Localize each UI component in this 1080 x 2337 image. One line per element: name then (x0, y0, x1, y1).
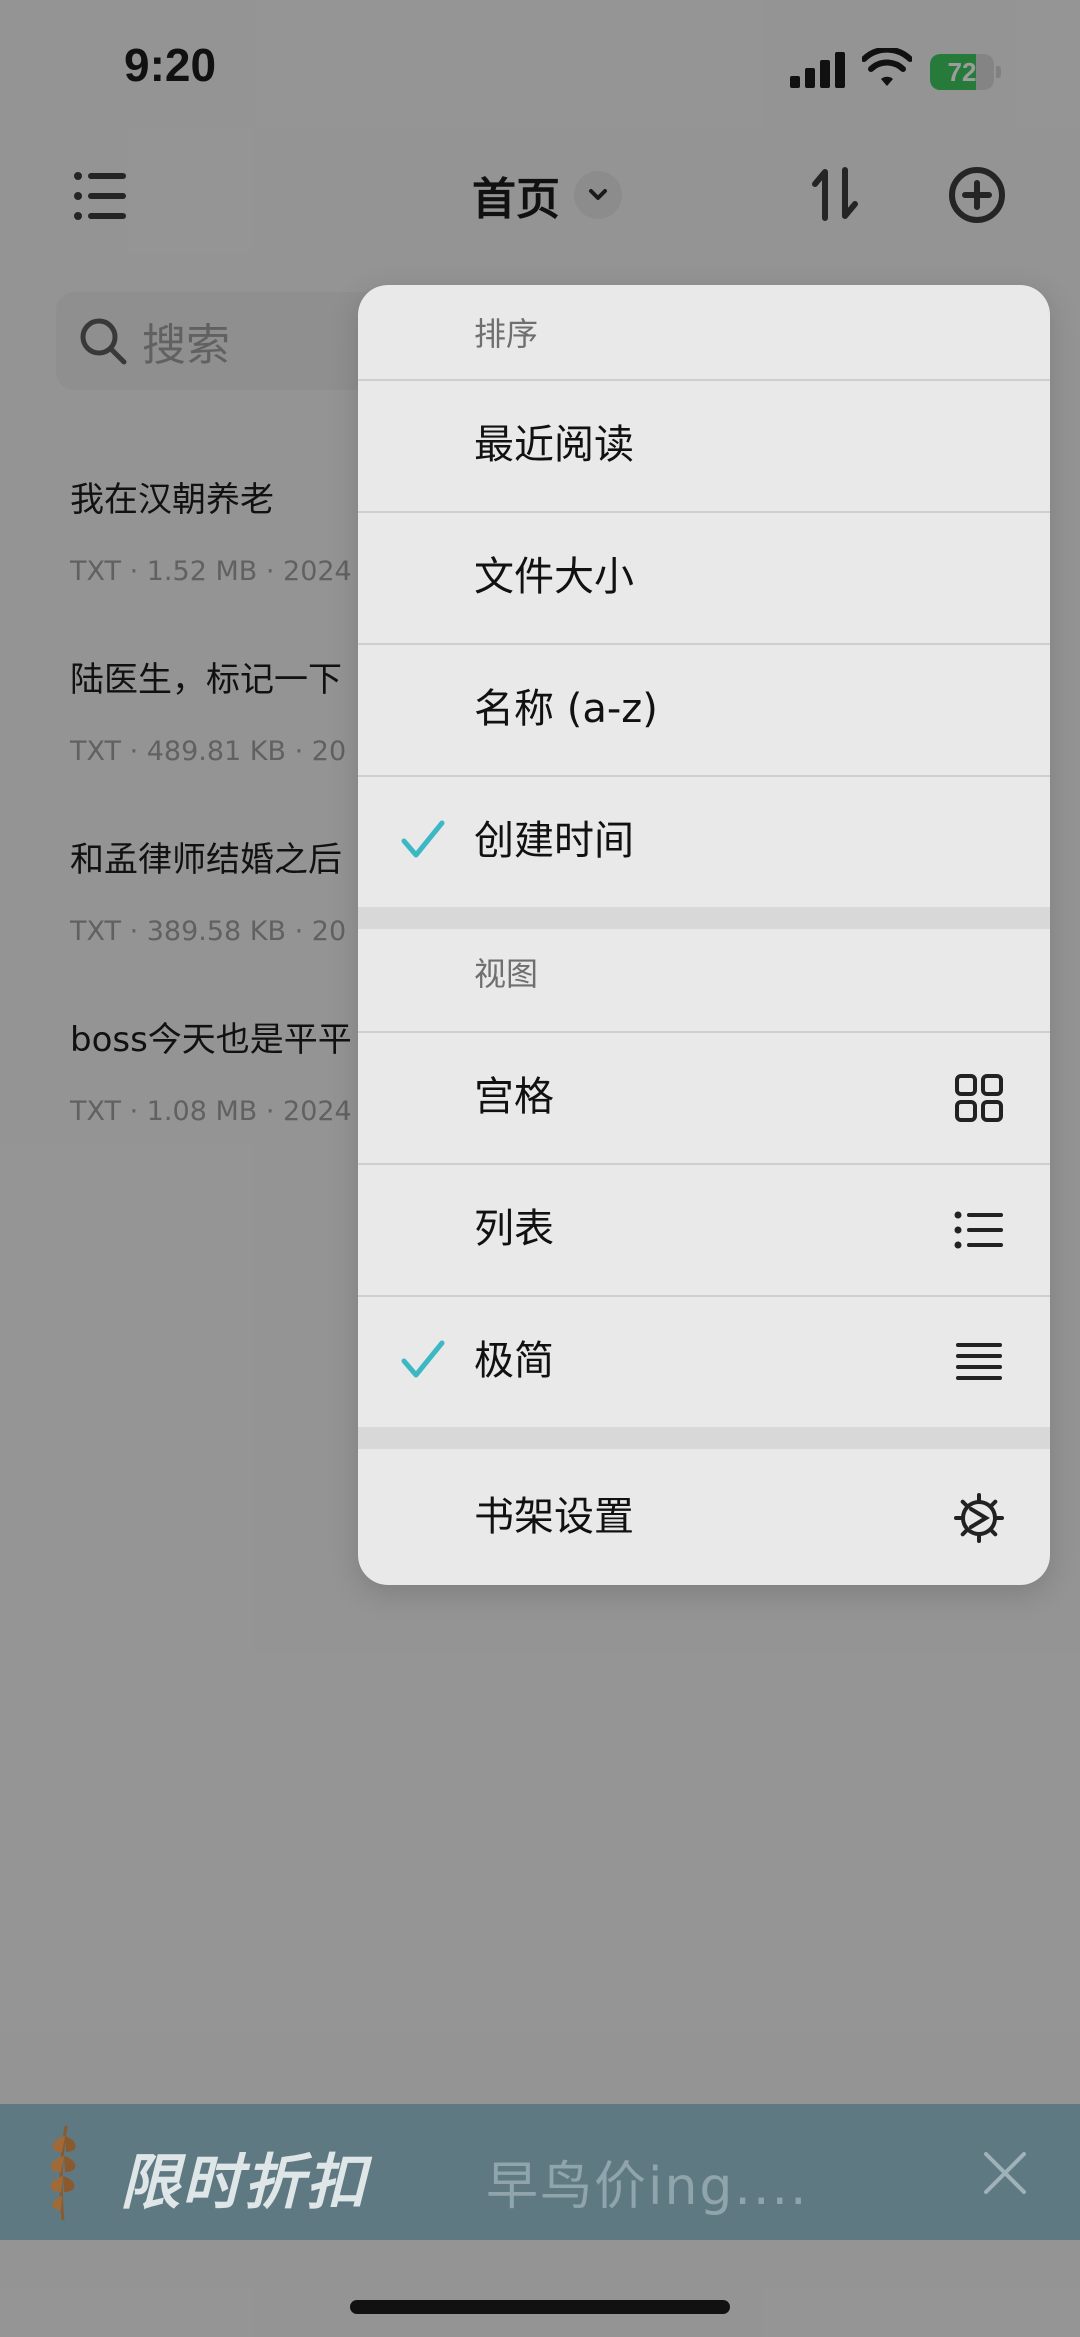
menu-item-label: 创建时间 (474, 818, 634, 864)
section-separator (358, 907, 1050, 929)
grid-icon (955, 1074, 1003, 1122)
menu-item-minimal[interactable]: 极简 (358, 1295, 1050, 1427)
section-separator (358, 1427, 1050, 1449)
menu-item-name-az[interactable]: 名称 (a-z) (358, 643, 1050, 775)
divider (358, 511, 1050, 513)
divider (358, 775, 1050, 777)
wheat-leaf-icon (50, 2125, 76, 2221)
divider (358, 643, 1050, 645)
promo-banner[interactable]: 限时折扣 早鸟价ing.... (0, 2104, 1080, 2240)
checkmark-icon (401, 820, 445, 858)
promo-title: 限时折扣 (120, 2148, 368, 2218)
menu-item-label: 列表 (474, 1206, 554, 1252)
menu-item-shelf-settings[interactable]: 书架设置 (358, 1449, 1050, 1585)
sort-view-menu: 排序 最近阅读 文件大小 名称 (a-z) 创建时间 视图 宫格 列表 极简 书… (358, 285, 1050, 1585)
close-icon[interactable] (980, 2148, 1030, 2198)
sort-section-header: 排序 (358, 309, 1050, 353)
menu-item-label: 名称 (a-z) (474, 686, 658, 732)
view-header-label: 视图 (474, 955, 539, 993)
home-indicator (350, 2300, 730, 2314)
divider (358, 379, 1050, 381)
gear-icon (954, 1493, 1004, 1543)
minimal-lines-icon (956, 1343, 1002, 1380)
menu-item-label: 文件大小 (474, 554, 634, 600)
view-section-header: 视图 (358, 949, 1050, 993)
menu-item-grid[interactable]: 宫格 (358, 1031, 1050, 1163)
menu-item-label: 最近阅读 (474, 422, 634, 468)
menu-item-label: 宫格 (474, 1074, 554, 1120)
menu-item-label: 书架设置 (474, 1494, 634, 1540)
list-view-icon (954, 1211, 1003, 1249)
divider (358, 1031, 1050, 1033)
promo-subtitle: 早鸟价ing.... (486, 2157, 809, 2217)
menu-item-label: 极简 (474, 1338, 554, 1384)
menu-item-recent-read[interactable]: 最近阅读 (358, 379, 1050, 511)
menu-item-list[interactable]: 列表 (358, 1163, 1050, 1295)
checkmark-icon (401, 1340, 445, 1378)
divider (358, 1163, 1050, 1165)
menu-item-created-time[interactable]: 创建时间 (358, 775, 1050, 907)
divider (358, 1295, 1050, 1297)
menu-item-file-size[interactable]: 文件大小 (358, 511, 1050, 643)
sort-header-label: 排序 (474, 315, 539, 353)
